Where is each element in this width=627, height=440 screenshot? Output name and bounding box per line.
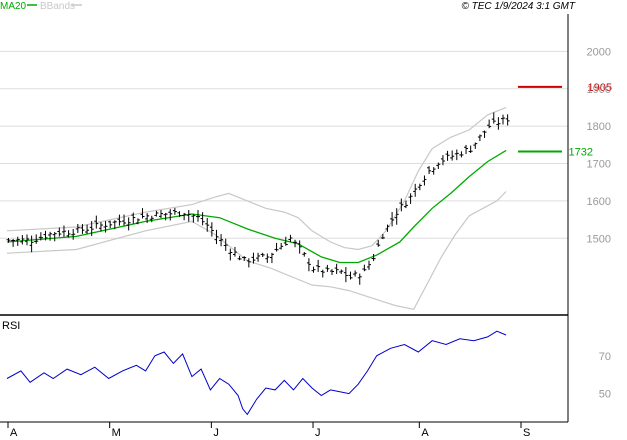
- ohlc-bar: [20, 234, 25, 245]
- ohlc-bar: [362, 264, 367, 272]
- price-y-tick-label: 1800: [587, 121, 611, 133]
- ohlc-bar: [200, 212, 205, 226]
- legend-ma20: MA20: [0, 1, 27, 12]
- ohlc-bar: [427, 166, 432, 175]
- ohlc-bar: [232, 246, 237, 257]
- ohlc-bar: [348, 271, 353, 280]
- ohlc-bar: [325, 264, 330, 272]
- ohlc-bar: [219, 234, 224, 247]
- price-y-tick-label: 2000: [587, 46, 611, 58]
- ohlc-bar: [269, 252, 274, 264]
- ohlc-bar: [279, 242, 284, 250]
- ohlc-bar: [311, 266, 316, 273]
- ohlc-bar: [450, 150, 455, 161]
- ohlc-bar: [487, 119, 492, 129]
- copyright-text: © TEC 1/9/2024 3:1 GMT: [461, 1, 575, 12]
- ohlc-bar: [330, 269, 335, 275]
- ohlc-bar: [320, 269, 325, 278]
- x-month-label: J: [315, 427, 321, 439]
- ohlc-bar: [473, 142, 478, 149]
- ohlc-bar: [85, 224, 90, 234]
- ohlc-bar: [172, 207, 177, 215]
- ohlc-bar: [265, 253, 270, 263]
- ohlc-bar: [459, 151, 464, 158]
- ohlc-bar: [186, 210, 191, 222]
- ohlc-bar: [343, 267, 348, 283]
- ma20-line: [6, 149, 507, 264]
- ohlc-bar: [306, 258, 311, 272]
- x-month-label: S: [523, 427, 530, 439]
- ohlc-bar: [126, 217, 131, 231]
- ohlc-bar: [237, 255, 242, 261]
- ohlc-bar: [413, 183, 418, 197]
- rsi-panel-label: RSI: [2, 320, 20, 332]
- ohlc-bar: [339, 269, 344, 274]
- ohlc-bar: [422, 175, 427, 186]
- rsi-y-tick-label: 50: [599, 389, 611, 401]
- price-y-tick-label: 1900: [587, 84, 611, 96]
- ohlc-bar: [52, 232, 57, 242]
- ohlc-bar: [496, 117, 501, 130]
- stock-chart: MA20 BBands © TEC 1/9/2024 3:1 GMT 19051…: [0, 1, 612, 439]
- ohlc-bar: [163, 212, 168, 221]
- ohlc-bar: [57, 227, 62, 237]
- price-y-tick-label: 1600: [587, 196, 611, 208]
- ohlc-bar: [48, 231, 53, 241]
- ohlc-bar: [256, 252, 261, 262]
- ohlc-bar: [75, 223, 80, 233]
- ohlc-bar: [464, 144, 469, 155]
- ohlc-bar: [380, 234, 385, 240]
- x-month-label: A: [10, 427, 18, 439]
- ohlc-bar: [260, 252, 265, 258]
- legend-bbands: BBands: [40, 1, 75, 12]
- ohlc-bar: [302, 252, 307, 257]
- ohlc-bar: [117, 214, 122, 226]
- ohlc-bar: [11, 238, 16, 247]
- x-month-label: A: [421, 427, 429, 439]
- ohlc-bar: [417, 183, 422, 191]
- ohlc-bar: [505, 114, 510, 126]
- x-month-label: J: [213, 427, 219, 439]
- x-month-label: M: [112, 427, 121, 439]
- ohlc-bar: [357, 273, 362, 285]
- ohlc-bar: [454, 149, 459, 161]
- ohlc-bar: [353, 270, 358, 277]
- ohlc-bar: [408, 193, 413, 204]
- ohlc-bar: [154, 210, 159, 217]
- ohlc-bar: [482, 130, 487, 138]
- ohlc-bar: [431, 167, 436, 175]
- ohlc-bar: [108, 220, 113, 229]
- rsi-line: [6, 330, 507, 416]
- ohlc-bar: [334, 263, 339, 274]
- ohlc-bar: [209, 222, 214, 237]
- support-label: 1732: [569, 147, 593, 159]
- ohlc-bar: [477, 134, 482, 142]
- ohlc-bar: [228, 248, 233, 261]
- price-y-tick-label: 1700: [587, 159, 611, 171]
- ohlc-bar: [366, 260, 371, 270]
- rsi-y-tick-label: 70: [599, 351, 611, 363]
- ohlc-bar: [168, 209, 173, 221]
- chart-container: MA20 BBands © TEC 1/9/2024 3:1 GMT 1905 1…: [0, 0, 627, 440]
- ohlc-bar: [501, 114, 506, 125]
- ohlc-bar: [274, 242, 279, 252]
- ohlc-bar: [195, 210, 200, 222]
- ohlc-bar: [246, 258, 251, 268]
- ohlc-bar: [159, 210, 164, 219]
- ohlc-bar: [182, 212, 187, 221]
- ohlc-bar: [491, 112, 496, 124]
- ohlc-bar: [297, 240, 302, 254]
- ohlc-bar: [214, 229, 219, 245]
- ohlc-bar: [445, 150, 450, 161]
- price-y-tick-label: 1500: [587, 233, 611, 245]
- ohlc-bar: [316, 259, 321, 272]
- ohlc-bar: [223, 238, 228, 251]
- ohlc-bar: [468, 145, 473, 154]
